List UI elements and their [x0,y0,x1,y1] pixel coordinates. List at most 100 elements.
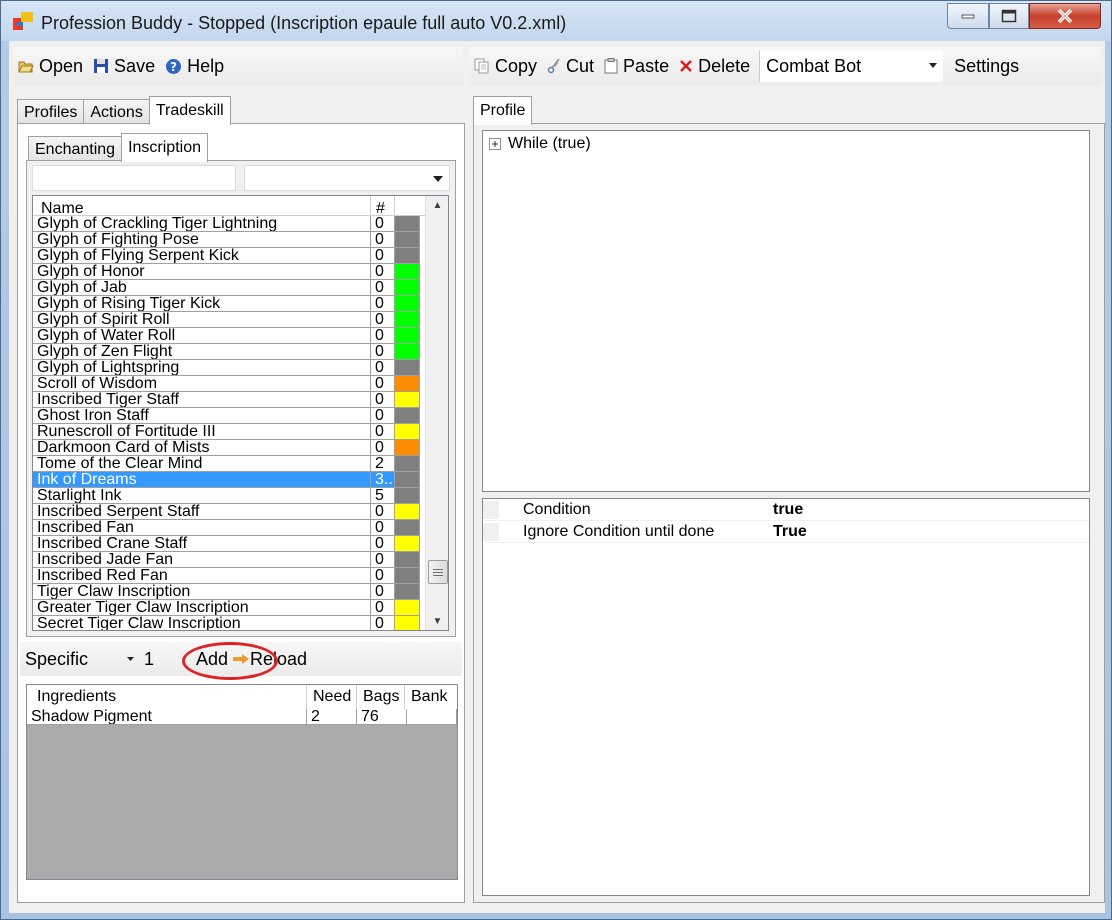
recipe-name: Tiger Claw Inscription [33,584,371,600]
recipe-filter-input[interactable] [32,165,236,191]
scissors-icon [547,58,560,74]
recipe-name: Darkmoon Card of Mists [33,440,371,456]
profile-tree[interactable]: While (true) [482,130,1090,492]
paste-button[interactable]: Paste [599,51,674,81]
column-header-name[interactable]: Name [33,196,371,217]
ing-header-bags[interactable]: Bags [357,685,405,709]
recipe-row[interactable]: Glyph of Jab 0 [33,280,420,296]
recipe-row[interactable]: Glyph of Fighting Pose 0 [33,232,420,248]
mode-select[interactable]: Specific [20,644,140,674]
recipe-row[interactable]: Ink of Dreams 3.. [33,472,420,488]
difficulty-color-swatch [395,472,420,488]
recipe-row[interactable]: Inscribed Fan 0 [33,520,420,536]
recipe-row[interactable]: Glyph of Rising Tiger Kick 0 [33,296,420,312]
difficulty-color-swatch [395,584,420,600]
ingredient-row[interactable]: Shadow Pigment 2 76 [27,709,457,725]
client-area: Open Save ? Help Copy Cut Paste Delete C… [9,41,1105,913]
recipe-row[interactable]: Ghost Iron Staff 0 [33,408,420,424]
recipe-row[interactable]: Glyph of Water Roll 0 [33,328,420,344]
tab-enchanting[interactable]: Enchanting [28,136,123,162]
recipe-row[interactable]: Inscribed Serpent Staff 0 [33,504,420,520]
recipe-rows: Glyph of Crackling Tiger Lightning 0 Glyph… [33,216,425,630]
recipe-name: Ink of Dreams [33,472,371,488]
copy-button[interactable]: Copy [469,51,542,81]
tab-actions[interactable]: Actions [83,99,150,125]
recipe-row[interactable]: Inscribed Red Fan 0 [33,568,420,584]
ingredients-header: Ingredients Need Bags Bank [27,685,457,709]
close-icon [1057,8,1073,24]
property-value[interactable]: True [753,523,807,541]
scroll-thumb[interactable] [428,560,448,584]
recipe-row[interactable]: Inscribed Crane Staff 0 [33,536,420,552]
difficulty-color-swatch [395,424,420,440]
recipe-row[interactable]: Tiger Claw Inscription 0 [33,584,420,600]
property-row-ignore-condition[interactable]: Ignore Condition until done True [483,521,1089,543]
ingredient-bank [407,709,457,725]
delete-button[interactable]: Delete [674,51,755,81]
category-filter-select[interactable] [244,165,450,191]
recipe-row[interactable]: Glyph of Lightspring 0 [33,360,420,376]
ingredients-grid[interactable]: Ingredients Need Bags Bank Shadow Pigmen… [26,684,458,880]
tab-profiles[interactable]: Profiles [17,99,85,125]
settings-button[interactable]: Settings [949,51,1024,81]
recipe-row[interactable]: Tome of the Clear Mind 2 [33,456,420,472]
recipe-row[interactable]: Glyph of Crackling Tiger Lightning 0 [33,216,420,232]
save-button[interactable]: Save [88,51,160,81]
property-grid[interactable]: Condition true Ignore Condition until do… [482,498,1090,896]
minimize-button[interactable] [947,3,989,29]
tab-inscription[interactable]: Inscription [121,133,208,162]
recipe-row[interactable]: Inscribed Jade Fan 0 [33,552,420,568]
recipe-name: Glyph of Rising Tiger Kick [33,296,371,312]
recipe-row[interactable]: Starlight Ink 5 [33,488,420,504]
recipe-row[interactable]: Runescroll of Fortitude III 0 [33,424,420,440]
help-button[interactable]: ? Help [160,51,229,81]
scroll-down-arrow[interactable]: ▼ [426,612,448,630]
recipe-name: Inscribed Crane Staff [33,536,371,552]
difficulty-color-swatch [395,248,420,264]
tree-node[interactable]: While (true) [489,135,591,153]
tab-tradeskill[interactable]: Tradeskill [148,96,231,125]
recipe-row[interactable]: Secret Tiger Claw Inscription 0 [33,616,420,630]
cut-button[interactable]: Cut [542,51,599,81]
recipe-row[interactable]: Glyph of Flying Serpent Kick 0 [33,248,420,264]
ingredient-need: 2 [307,709,357,725]
ing-header-bank[interactable]: Bank [405,685,457,709]
recipe-row[interactable]: Glyph of Zen Flight 0 [33,344,420,360]
difficulty-color-swatch [395,312,420,328]
recipe-row[interactable]: Greater Tiger Claw Inscription 0 [33,600,420,616]
recipe-grid-scrollbar[interactable]: ▲ ▼ [425,196,448,630]
scroll-up-arrow[interactable]: ▲ [426,196,448,214]
recipe-qty: 0 [371,568,395,584]
copy-label: Copy [495,55,538,76]
expand-plus-icon[interactable] [489,137,502,151]
recipe-row[interactable]: Glyph of Honor 0 [33,264,420,280]
count-input[interactable]: 1 [140,644,170,674]
recipe-name: Inscribed Jade Fan [33,552,371,568]
ing-header-name[interactable]: Ingredients [27,685,307,709]
svg-text:?: ? [170,60,177,74]
recipe-row[interactable]: Scroll of Wisdom 0 [33,376,420,392]
recipe-row[interactable]: Inscribed Tiger Staff 0 [33,392,420,408]
recipe-qty: 0 [371,600,395,616]
property-value[interactable]: true [753,501,803,519]
recipe-row[interactable]: Darkmoon Card of Mists 0 [33,440,420,456]
title-bar[interactable]: Profession Buddy - Stopped (Inscription … [1,1,1111,41]
recipe-grid-header: Name # [33,196,425,217]
recipe-qty: 5 [371,488,395,504]
recipe-grid[interactable]: Name # Glyph of Crackling Tiger Lightnin… [32,195,449,631]
tab-profile[interactable]: Profile [473,96,533,125]
property-row-condition[interactable]: Condition true [483,499,1089,521]
app-icon [13,12,33,30]
close-button[interactable] [1029,3,1101,29]
column-header-qty[interactable]: # [371,196,395,217]
ing-header-need[interactable]: Need [307,685,357,709]
right-tabstrip: Profile [473,96,533,125]
mode-select-value: Specific [25,648,89,669]
difficulty-color-swatch [395,488,420,504]
bot-select[interactable]: Combat Bot [759,50,944,82]
recipe-row[interactable]: Glyph of Spirit Roll 0 [33,312,420,328]
difficulty-color-swatch [395,568,420,584]
maximize-button[interactable] [989,3,1029,29]
difficulty-color-swatch [395,376,420,392]
open-button[interactable]: Open [13,51,88,81]
